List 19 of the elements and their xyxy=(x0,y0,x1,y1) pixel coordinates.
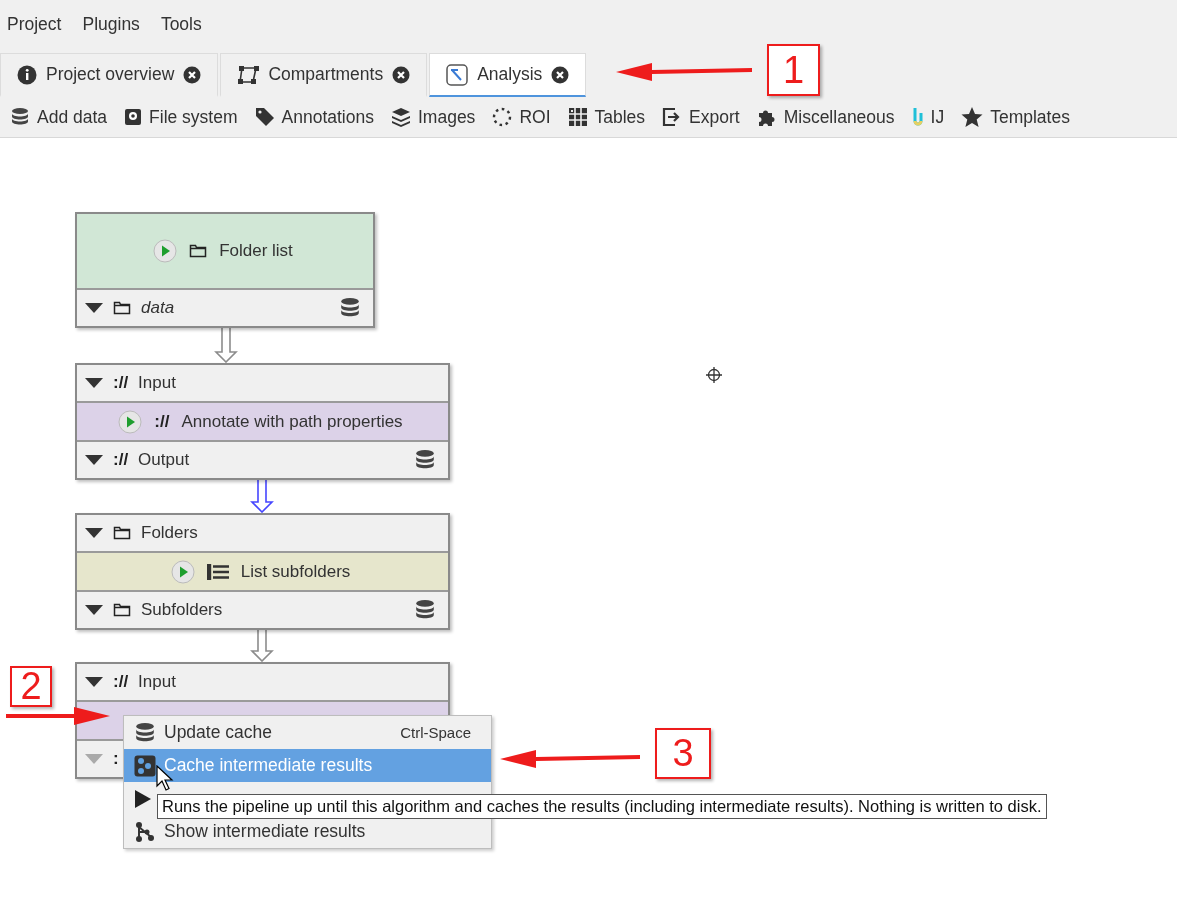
type-glyph: :// xyxy=(113,672,129,692)
node-title: Folder list xyxy=(219,241,293,261)
node-title: Annotate with path properties xyxy=(181,411,403,432)
callout-number: 3 xyxy=(655,728,711,779)
type-glyph: : xyxy=(113,749,119,769)
type-glyph: :// xyxy=(154,411,170,432)
slot-label: Subfolders xyxy=(141,600,223,620)
slot-label: Input xyxy=(138,672,176,692)
slot-label: Output xyxy=(138,450,190,470)
callout-number: 1 xyxy=(767,44,820,96)
slot-label: data xyxy=(141,298,175,318)
node-title: List subfolders xyxy=(240,561,351,582)
shortcut-label: Ctrl-Space xyxy=(400,724,471,741)
type-glyph: :// xyxy=(113,373,129,393)
callout-number: 2 xyxy=(10,666,52,707)
slot-label: Input xyxy=(138,373,176,393)
type-glyph: :// xyxy=(113,450,129,470)
tooltip: Runs the pipeline up until this algorithm and caches the results (including intermediate results). Nothing is written to disk. xyxy=(157,794,1047,819)
slot-label: Folders xyxy=(141,523,198,543)
